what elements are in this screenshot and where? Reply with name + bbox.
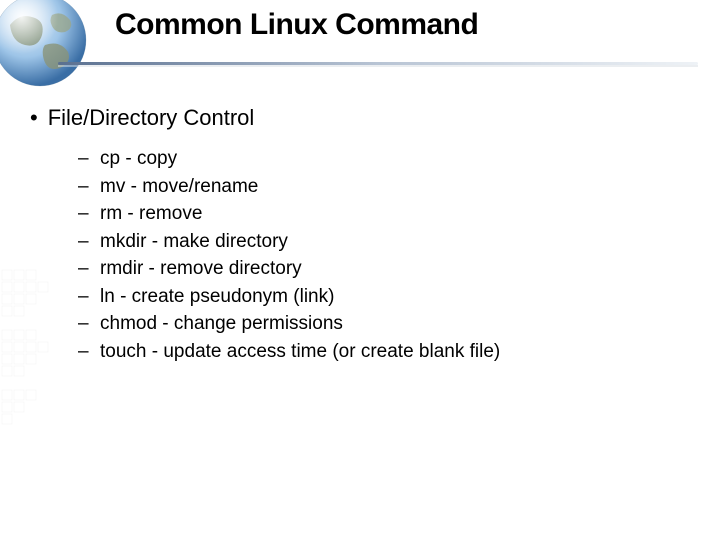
list-item: –touch - update access time (or create b…: [78, 338, 690, 366]
globe-icon: [0, 0, 90, 90]
section-heading: • File/Directory Control: [30, 105, 690, 131]
item-text: chmod - change permissions: [100, 310, 343, 338]
dash-icon: –: [78, 200, 92, 228]
section-heading-text: File/Directory Control: [48, 105, 255, 131]
item-text: touch - update access time (or create bl…: [100, 338, 500, 366]
dash-icon: –: [78, 310, 92, 338]
list-item: –ln - create pseudonym (link): [78, 283, 690, 311]
list-item: –mv - move/rename: [78, 173, 690, 201]
dash-icon: –: [78, 338, 92, 366]
item-text: cp - copy: [100, 145, 177, 173]
item-text: rm - remove: [100, 200, 202, 228]
sub-list: –cp - copy –mv - move/rename –rm - remov…: [78, 145, 690, 365]
item-text: mkdir - make directory: [100, 228, 288, 256]
dash-icon: –: [78, 283, 92, 311]
dash-icon: –: [78, 228, 92, 256]
dash-icon: –: [78, 173, 92, 201]
dash-icon: –: [78, 145, 92, 173]
list-item: –chmod - change permissions: [78, 310, 690, 338]
list-item: –rm - remove: [78, 200, 690, 228]
title-underline: [58, 62, 698, 68]
item-text: rmdir - remove directory: [100, 255, 302, 283]
list-item: –mkdir - make directory: [78, 228, 690, 256]
bullet-dot-icon: •: [30, 105, 38, 131]
item-text: ln - create pseudonym (link): [100, 283, 334, 311]
item-text: mv - move/rename: [100, 173, 258, 201]
content-area: • File/Directory Control –cp - copy –mv …: [30, 105, 690, 365]
list-item: –cp - copy: [78, 145, 690, 173]
list-item: –rmdir - remove directory: [78, 255, 690, 283]
dash-icon: –: [78, 255, 92, 283]
slide-title: Common Linux Command: [115, 8, 478, 42]
